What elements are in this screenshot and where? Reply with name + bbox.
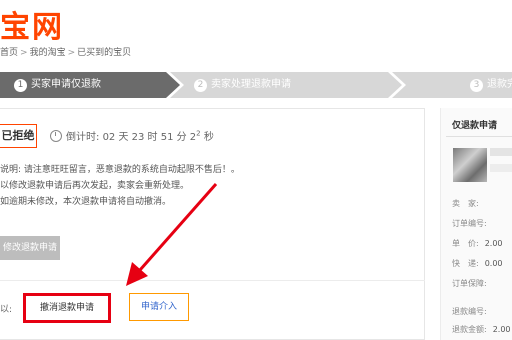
divider xyxy=(0,280,425,281)
breadcrumb-separator: > xyxy=(67,48,76,58)
refund-notes: 说明: 请注意旺旺留言，恶意退款的系统自动起限不售后！。 以修改退款申请后再次发… xyxy=(0,162,240,210)
sidebar-row-shipping: 快 递: 0.00 xyxy=(452,258,503,269)
step-label: 买家申请仅退款 xyxy=(31,79,101,90)
row-label: 退款金额: xyxy=(452,325,487,334)
product-thumbnail[interactable] xyxy=(453,148,487,182)
row-label: 订单编号: xyxy=(452,219,487,228)
sidebar-title: 仅退款申请 xyxy=(452,121,498,131)
row-label: 单 价: xyxy=(452,239,479,248)
step-number-icon: 1 xyxy=(14,79,27,92)
modify-refund-button[interactable]: 修改退款申请 xyxy=(0,236,60,260)
breadcrumb-bought-items[interactable]: 已买到的宝贝 xyxy=(77,48,131,58)
sidebar-row-refund-amount: 退款金额: 2.00 xyxy=(452,324,511,335)
note-line: 如逾期未修改，本次退款申请将自动撤消。 xyxy=(0,197,172,207)
progress-steps: 1 买家申请仅退款 2 卖家处理退款申请 3 退款完 xyxy=(0,72,512,98)
sidebar-row-guarantee: 订单保障: xyxy=(452,278,493,289)
product-spec-redacted xyxy=(490,164,512,172)
step-label: 退款完 xyxy=(487,79,512,90)
countdown-timer: 倒计时: 02 天 23 时 51 分 22 秒 xyxy=(50,128,214,143)
note-line: 说明: 请注意旺旺留言，恶意退款的系统自动起限不售后！。 xyxy=(0,165,240,175)
countdown-value: 02 天 23 时 51 分 2 xyxy=(102,132,197,143)
row-label: 订单保障: xyxy=(452,279,487,288)
row-label: 卖 家: xyxy=(452,199,479,208)
sidebar-row-order-no: 订单编号: xyxy=(452,218,493,229)
breadcrumb: 首页 > 我的淘宝 > 已买到的宝贝 xyxy=(0,45,131,58)
sidebar-divider xyxy=(446,136,512,137)
breadcrumb-home[interactable]: 首页 xyxy=(0,48,18,58)
row-value: 2.00 xyxy=(484,239,503,248)
step-label: 卖家处理退款申请 xyxy=(211,79,291,90)
countdown-suffix: 秒 xyxy=(203,132,214,143)
taobao-logo[interactable]: 宝网 xyxy=(0,2,64,46)
sidebar-row-seller: 卖 家: xyxy=(452,198,485,209)
note-line: 以修改退款申请后再次发起，卖家会重新处理。 xyxy=(0,181,190,191)
row-value: 0.00 xyxy=(484,259,503,268)
sidebar-row-unit-price: 单 价: 2.00 xyxy=(452,238,503,249)
row-label: 快 递: xyxy=(452,259,479,268)
sidebar-row-refund-no: 退款编号: xyxy=(452,306,493,317)
breadcrumb-separator: > xyxy=(20,48,28,58)
operations-label: 以: xyxy=(0,305,13,315)
row-label: 退款编号: xyxy=(452,307,487,316)
row-value: 2.00 xyxy=(492,325,511,334)
cancel-refund-button[interactable]: 撤消退款申请 xyxy=(23,293,111,323)
step-seller-process: 2 卖家处理退款申请 xyxy=(170,72,402,98)
countdown-superscript: 2 xyxy=(196,129,201,138)
product-title-redacted xyxy=(490,148,512,156)
step-refund-complete: 3 退款完 xyxy=(392,72,512,98)
breadcrumb-my-taobao[interactable]: 我的淘宝 xyxy=(30,48,66,58)
step-number-icon: 2 xyxy=(194,79,207,92)
request-intervention-button[interactable]: 申请介入 xyxy=(129,293,189,321)
step-number-icon: 3 xyxy=(470,79,483,92)
clock-icon xyxy=(50,130,62,142)
step-buyer-request: 1 买家申请仅退款 xyxy=(0,72,180,98)
countdown-prefix: 倒计时: xyxy=(66,132,100,143)
status-badge: 已拒绝 xyxy=(0,124,37,148)
